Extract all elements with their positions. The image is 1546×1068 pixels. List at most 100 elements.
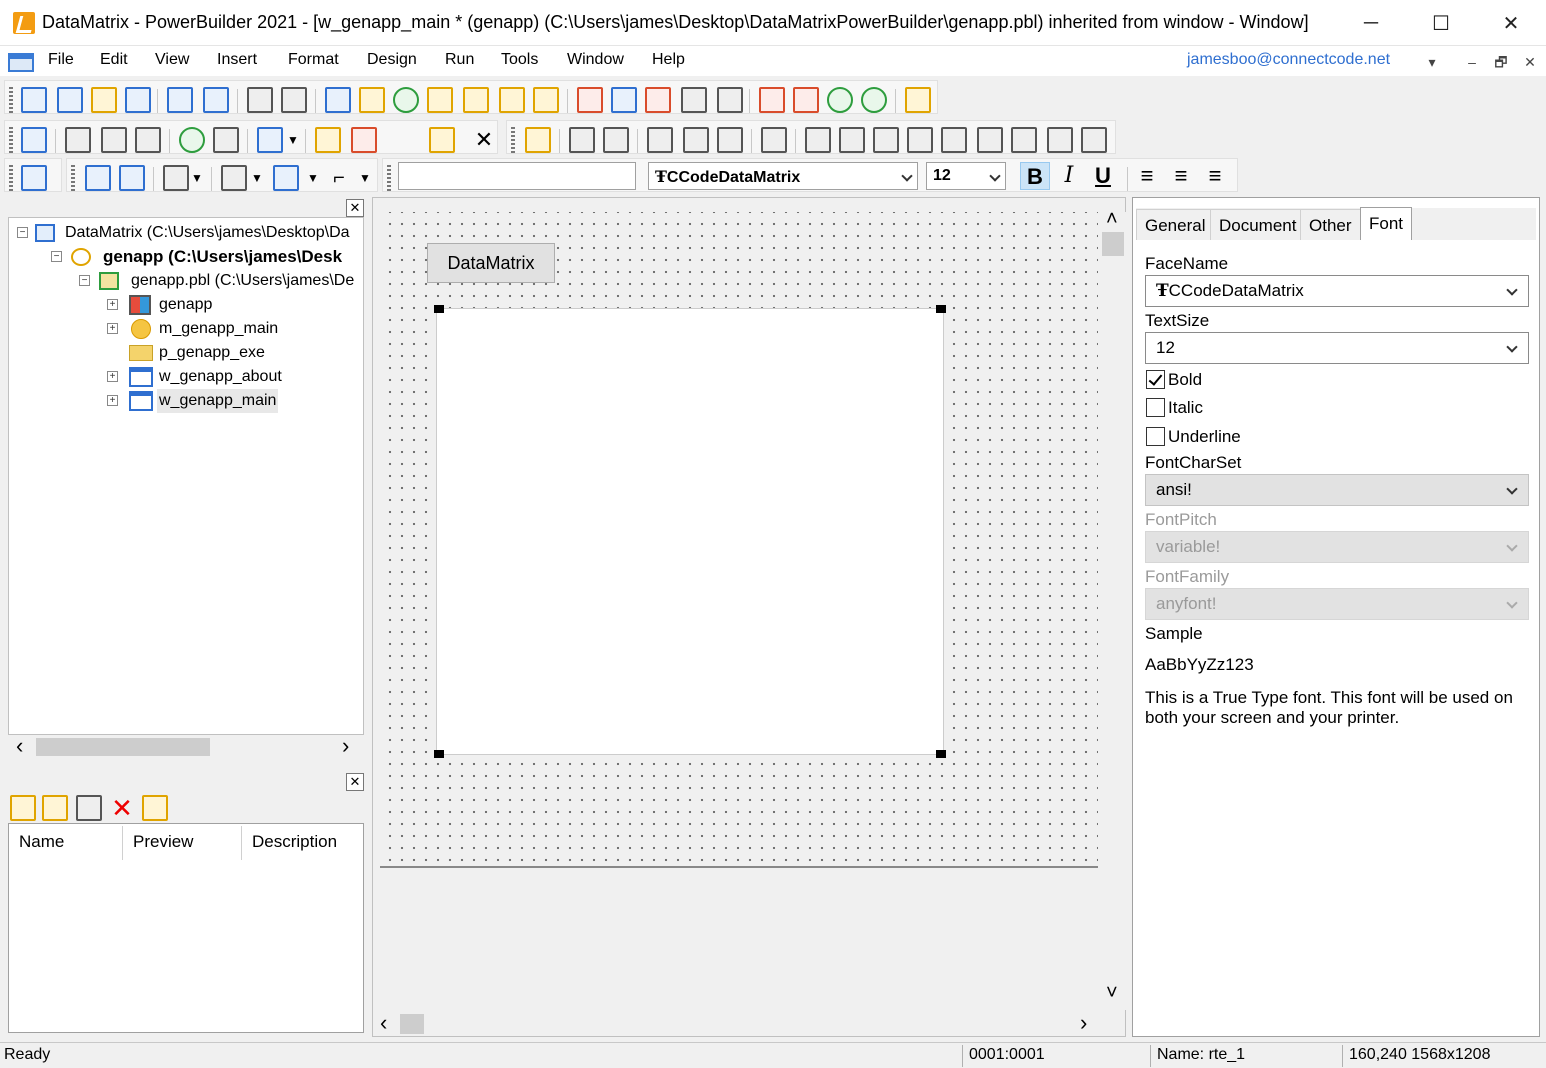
tree-expander[interactable]: + <box>107 395 118 406</box>
resize-handle[interactable] <box>434 305 444 313</box>
browse-icon[interactable] <box>359 87 385 113</box>
textsize-combo[interactable]: 12 <box>1145 332 1529 364</box>
tab-other[interactable]: Other <box>1300 209 1361 240</box>
scroll-down-icon[interactable]: ˅ <box>1106 982 1118 1005</box>
tab-order-icon[interactable] <box>315 127 341 153</box>
menu-help[interactable]: Help <box>652 51 685 69</box>
validation-icon[interactable] <box>603 127 629 153</box>
inherit-icon[interactable] <box>57 87 83 113</box>
find-next-icon[interactable] <box>683 127 709 153</box>
system-tree[interactable]: − DataMatrix (C:\Users\james\Desktop\Da … <box>8 217 364 735</box>
open-folder-icon[interactable] <box>91 87 117 113</box>
text-color-icon[interactable] <box>221 165 247 191</box>
save-icon[interactable] <box>21 127 47 153</box>
fontcharset-combo[interactable]: ansi! <box>1145 474 1529 506</box>
minimize-button[interactable]: ─ <box>1336 0 1406 46</box>
new-item-icon[interactable] <box>10 795 36 821</box>
insert-report-icon[interactable] <box>1081 127 1107 153</box>
canvas-horizontal-thumb[interactable] <box>400 1014 424 1034</box>
database-icon[interactable] <box>499 87 525 113</box>
delete-icon[interactable]: ✕ <box>108 795 136 821</box>
comment-icon[interactable] <box>142 795 168 821</box>
align-dropdown-icon[interactable]: ▼ <box>191 165 203 191</box>
facename-combo[interactable]: ŦCCodeDataMatrix <box>1145 275 1529 307</box>
mdi-close-button[interactable]: ✕ <box>1518 51 1542 73</box>
command-button-icon[interactable] <box>257 127 283 153</box>
edit-script-icon[interactable] <box>533 87 559 113</box>
column-header-description[interactable]: Description <box>252 832 337 852</box>
mdi-restore-button[interactable]: 🗗 <box>1489 51 1513 73</box>
insert-object-icon[interactable] <box>977 127 1003 153</box>
tree-expander[interactable]: + <box>107 299 118 310</box>
chart-icon[interactable] <box>427 87 453 113</box>
italic-checkbox-label[interactable]: Italic <box>1168 398 1203 418</box>
library-painter-icon[interactable] <box>125 87 151 113</box>
copy-icon[interactable] <box>101 127 127 153</box>
close-painter-icon[interactable]: ✕ <box>471 127 497 153</box>
font-size-combo[interactable]: 12 <box>926 162 1006 190</box>
tree-scroll-thumb[interactable] <box>36 738 210 756</box>
align-center-icon[interactable]: ≡ <box>1166 162 1196 190</box>
column-header-preview[interactable]: Preview <box>133 832 193 852</box>
paste-icon[interactable] <box>135 127 161 153</box>
preview-icon[interactable] <box>681 87 707 113</box>
align-left-icon[interactable]: ≡ <box>1132 162 1162 190</box>
menu-insert[interactable]: Insert <box>217 51 257 69</box>
toolbar-grip[interactable] <box>9 127 13 153</box>
mdi-dropdown-button[interactable]: ▾ <box>1420 51 1444 73</box>
monitor-icon[interactable] <box>611 87 637 113</box>
insert-expression-icon[interactable] <box>907 127 933 153</box>
background-color-icon[interactable] <box>273 165 299 191</box>
border-icon[interactable]: ⌐ <box>329 165 349 191</box>
preview-page-icon[interactable] <box>351 127 377 153</box>
window-painter-icon[interactable] <box>577 87 603 113</box>
insert-group-icon[interactable] <box>941 127 967 153</box>
scroll-left-icon[interactable]: ‹ <box>380 1010 387 1036</box>
bold-checkbox-label[interactable]: Bold <box>1168 370 1202 390</box>
lower-list-view[interactable] <box>8 823 364 1033</box>
column-header-name[interactable]: Name <box>19 832 64 852</box>
background-color-dropdown-icon[interactable]: ▼ <box>307 165 319 191</box>
zoom-window-icon[interactable] <box>429 127 455 153</box>
toolbar-grip[interactable] <box>9 87 13 113</box>
scroll-up-icon[interactable]: ˄ <box>1106 208 1118 231</box>
new-icon[interactable] <box>21 87 47 113</box>
undo-icon[interactable] <box>179 127 205 153</box>
tree-expander[interactable]: − <box>17 227 28 238</box>
insert-sql-icon[interactable] <box>839 127 865 153</box>
toolbar-grip[interactable] <box>71 165 75 191</box>
toolbar-grip[interactable] <box>387 165 391 191</box>
align-right-icon[interactable]: ≡ <box>1200 162 1230 190</box>
exit-icon[interactable] <box>905 87 931 113</box>
properties-icon[interactable] <box>76 795 102 821</box>
scroll-right-icon[interactable]: › <box>1080 1010 1087 1036</box>
close-button[interactable]: ✕ <box>1476 0 1546 46</box>
user-email-link[interactable]: jamesboo@connectcode.net <box>1187 51 1390 69</box>
resize-handle[interactable] <box>936 305 946 313</box>
debug-settings-icon[interactable] <box>793 87 819 113</box>
maximize-button[interactable]: ☐ <box>1406 0 1476 46</box>
insert-ole-icon[interactable] <box>1047 127 1073 153</box>
toolbox-icon[interactable] <box>717 87 743 113</box>
tree-expander[interactable]: + <box>107 323 118 334</box>
cut-icon[interactable] <box>65 127 91 153</box>
menu-file[interactable]: File <box>48 51 74 69</box>
refresh-icon[interactable] <box>761 127 787 153</box>
menu-edit[interactable]: Edit <box>100 51 128 69</box>
menu-design[interactable]: Design <box>367 51 417 69</box>
insert-table-icon[interactable] <box>873 127 899 153</box>
tab-document[interactable]: Document <box>1210 209 1306 240</box>
italic-checkbox[interactable] <box>1146 398 1165 417</box>
link-icon[interactable] <box>21 165 47 191</box>
menu-window[interactable]: Window <box>567 51 624 69</box>
align-left-control-icon[interactable] <box>569 127 595 153</box>
mdi-minimize-button[interactable]: – <box>1460 51 1484 73</box>
font-name-combo[interactable]: ŦCCodeDataMatrix <box>648 162 918 190</box>
window-document-icon[interactable] <box>8 53 34 72</box>
bold-checkbox[interactable] <box>1146 370 1165 389</box>
resize-handle[interactable] <box>434 750 444 758</box>
datawindow-icon[interactable] <box>393 87 419 113</box>
insert-picture-icon[interactable] <box>1011 127 1037 153</box>
list-icon[interactable] <box>325 87 351 113</box>
menu-view[interactable]: View <box>155 51 189 69</box>
